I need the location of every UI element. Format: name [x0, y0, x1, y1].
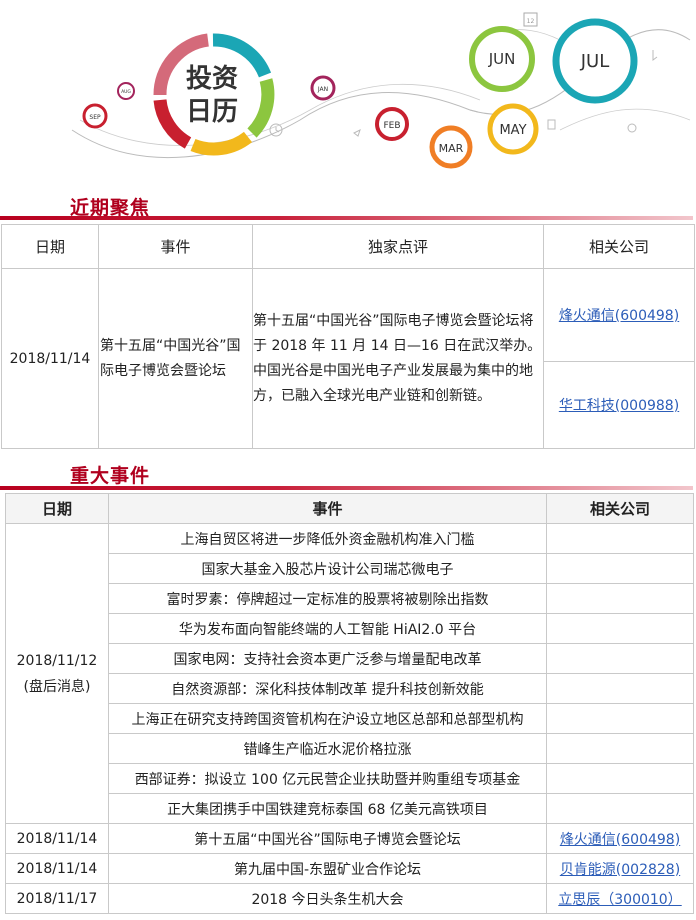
major-section-title: 重大事件 — [70, 465, 151, 487]
event-cell: 错峰生产临近水泥价格拉涨 — [108, 733, 547, 764]
music-icon — [652, 50, 658, 61]
event-cell: 上海自贸区将进一步降低外资金融机构准入门槛 — [108, 523, 547, 554]
svg-text:AUG: AUG — [121, 89, 131, 95]
table-row: 华为发布面向智能终端的人工智能 HiAI2.0 平台 — [6, 613, 694, 644]
date-cell: 2018/11/14 — [5, 853, 109, 884]
logo-text-line1: 投资 — [186, 64, 238, 94]
logo-ring — [153, 33, 275, 156]
company-cell: 贝肯能源(002828) — [546, 853, 694, 884]
company-cell: 烽火通信(600498) — [546, 823, 694, 854]
focus-company-cell-2: 华工科技(000988) — [543, 361, 695, 449]
event-cell: 正大集团携手中国铁建竞标泰国 68 亿美元高铁项目 — [108, 793, 547, 824]
group-date: 2018/11/12 — [16, 652, 98, 669]
event-cell: 第九届中国-东盟矿业合作论坛 — [108, 853, 547, 884]
header-date: 日期 — [5, 493, 109, 524]
svg-text:MAY: MAY — [499, 123, 526, 138]
logo-text-line2: 日历 — [186, 97, 238, 127]
table-row: 2018/11/17 2018 今日头条生机大会 立思辰（300010） — [5, 883, 694, 914]
focus-event: 第十五届“中国光谷”国际电子博览会暨论坛 — [98, 268, 253, 449]
company-cell — [546, 793, 694, 824]
focus-table: 日期 事件 独家点评 相关公司 2018/11/14 第十五届“中国光谷”国际电… — [1, 224, 695, 449]
event-cell: 西部证券：拟设立 100 亿元民营企业扶助暨并购重组专项基金 — [108, 763, 547, 794]
focus-row: 2018/11/14 第十五届“中国光谷”国际电子博览会暨论坛 第十五届“中国光… — [1, 268, 695, 449]
month-jul: JUL — [552, 18, 638, 104]
svg-text:MAR: MAR — [439, 142, 464, 155]
focus-section-divider — [0, 216, 693, 220]
company-cell — [546, 673, 694, 704]
investment-calendar-banner: 投资 日历 SEP AUG JAN FEB MAR MAY JUN JUL 12 — [0, 0, 696, 185]
table-row: 2018/11/14 第十五届“中国光谷”国际电子博览会暨论坛 烽火通信(600… — [5, 823, 694, 854]
header-company: 相关公司 — [543, 224, 695, 269]
company-link[interactable]: 烽火通信(600498) — [559, 308, 679, 324]
company-cell — [546, 583, 694, 614]
group-date-cell: 2018/11/12 (盘后消息) — [5, 523, 109, 824]
svg-text:JUL: JUL — [580, 51, 610, 72]
focus-company-cell-1: 烽火通信(600498) — [543, 268, 695, 362]
header-company: 相关公司 — [546, 493, 694, 524]
table-row: 西部证券：拟设立 100 亿元民营企业扶助暨并购重组专项基金 — [6, 763, 694, 794]
table-row: 国家大基金入股芯片设计公司瑞芯微电子 — [6, 553, 694, 584]
major-header-row: 日期 事件 相关公司 — [5, 493, 694, 524]
major-events-table: 日期 事件 相关公司 2018/11/12 (盘后消息) 上海自贸区将进一步降低… — [5, 493, 694, 914]
month-sep: SEP — [82, 103, 108, 129]
month-feb: FEB — [375, 107, 409, 141]
focus-date: 2018/11/14 — [1, 268, 99, 449]
month-mar: MAR — [429, 125, 473, 169]
table-row: 2018/11/12 (盘后消息) 上海自贸区将进一步降低外资金融机构准入门槛 — [5, 523, 694, 824]
table-row: 正大集团携手中国铁建竞标泰国 68 亿美元高铁项目 — [6, 793, 694, 824]
table-row: 自然资源部：深化科技体制改革 提升科技创新效能 — [6, 673, 694, 704]
focus-header-row: 日期 事件 独家点评 相关公司 — [1, 224, 695, 269]
company-link[interactable]: 立思辰（300010） — [558, 892, 681, 908]
event-cell: 第十五届“中国光谷”国际电子博览会暨论坛 — [108, 823, 547, 854]
month-jan: JAN — [310, 75, 336, 101]
date-cell: 2018/11/17 — [5, 883, 109, 914]
svg-text:12: 12 — [527, 18, 535, 25]
event-cell: 华为发布面向智能终端的人工智能 HiAI2.0 平台 — [108, 613, 547, 644]
header-date: 日期 — [1, 224, 99, 269]
company-link[interactable]: 烽火通信(600498) — [560, 832, 680, 848]
svg-text:SEP: SEP — [89, 114, 101, 121]
table-row: 错峰生产临近水泥价格拉涨 — [6, 733, 694, 764]
date-cell: 2018/11/14 — [5, 823, 109, 854]
calendar-icon: 12 — [523, 12, 538, 27]
company-link[interactable]: 贝肯能源(002828) — [560, 862, 680, 878]
month-jun: JUN — [469, 26, 535, 92]
cloud-icon — [627, 123, 637, 133]
company-cell — [546, 643, 694, 674]
month-aug: AUG — [117, 82, 135, 100]
event-cell: 国家电网：支持社会资本更广泛参与增量配电改革 — [108, 643, 547, 674]
event-cell: 2018 今日头条生机大会 — [108, 883, 547, 914]
header-comment: 独家点评 — [252, 224, 544, 269]
svg-text:FEB: FEB — [383, 121, 400, 131]
event-cell: 自然资源部：深化科技体制改革 提升科技创新效能 — [108, 673, 547, 704]
major-section-divider — [0, 486, 693, 490]
pencil-icon — [547, 119, 556, 130]
header-event: 事件 — [108, 493, 547, 524]
table-row: 富时罗素：停牌超过一定标准的股票将被剔除出指数 — [6, 583, 694, 614]
month-may: MAY — [487, 103, 539, 155]
focus-comment: 第十五届“中国光谷”国际电子博览会暨论坛将于 2018 年 11 月 14 日—… — [252, 268, 544, 449]
header-event: 事件 — [98, 224, 253, 269]
svg-text:JAN: JAN — [317, 86, 328, 93]
event-cell: 上海正在研究支持跨国资管机构在沪设立地区总部和总部型机构 — [108, 703, 547, 734]
line-icon — [469, 109, 479, 113]
company-cell — [546, 703, 694, 734]
svg-text:JUN: JUN — [488, 50, 516, 68]
banner-graphic: 投资 日历 SEP AUG JAN FEB MAR MAY JUN JUL 12 — [71, 12, 691, 169]
company-cell — [546, 763, 694, 794]
company-cell — [546, 613, 694, 644]
clock-hands-icon — [275, 127, 280, 133]
company-cell — [546, 553, 694, 584]
table-row: 上海正在研究支持跨国资管机构在沪设立地区总部和总部型机构 — [6, 703, 694, 734]
event-cell: 富时罗素：停牌超过一定标准的股票将被剔除出指数 — [108, 583, 547, 614]
event-cell: 国家大基金入股芯片设计公司瑞芯微电子 — [108, 553, 547, 584]
group-note: (盘后消息) — [23, 678, 91, 695]
company-cell — [546, 733, 694, 764]
table-row: 2018/11/14 第九届中国-东盟矿业合作论坛 贝肯能源(002828) — [5, 853, 694, 884]
company-cell: 立思辰（300010） — [546, 883, 694, 914]
company-link[interactable]: 华工科技(000988) — [559, 398, 679, 414]
table-row: 国家电网：支持社会资本更广泛参与增量配电改革 — [6, 643, 694, 674]
flag-icon — [353, 129, 361, 137]
company-cell — [546, 523, 694, 554]
